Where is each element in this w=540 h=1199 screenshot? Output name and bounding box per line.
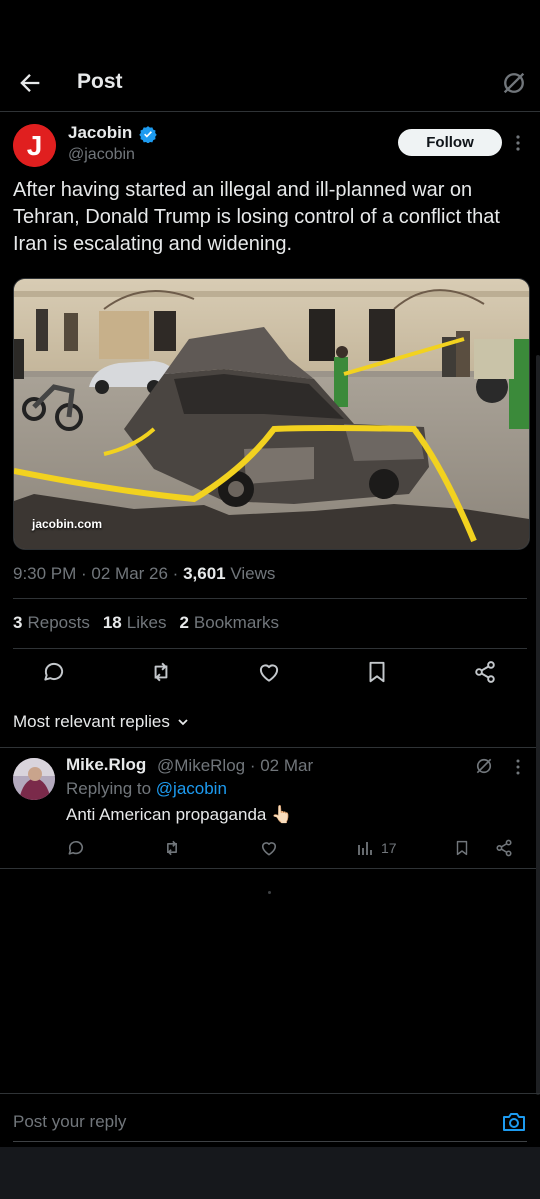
grok-icon[interactable]	[474, 756, 494, 776]
bookmarks-stat[interactable]: 2 Bookmarks	[179, 613, 279, 633]
timestamp-text: 9:30 PM · 02 Mar 26 ·	[13, 564, 184, 583]
engagement-stats: 3 Reposts 18 Likes 2 Bookmarks	[13, 613, 279, 633]
repost-icon[interactable]	[148, 659, 174, 685]
author-avatar[interactable]: J	[13, 124, 56, 167]
replying-prefix: Replying to	[66, 779, 156, 798]
like-icon[interactable]	[256, 659, 282, 685]
reply-repost-icon[interactable]	[162, 838, 182, 858]
reply-avatar[interactable]	[13, 758, 55, 800]
reply-views-count: 17	[381, 840, 397, 856]
reply-icon[interactable]	[41, 659, 67, 685]
replying-to: Replying to @jacobin	[66, 779, 227, 799]
top-bar: Post	[0, 55, 540, 112]
grok-icon[interactable]	[500, 69, 528, 97]
divider	[0, 1093, 540, 1094]
reply-sort-dropdown[interactable]: Most relevant replies	[13, 712, 190, 732]
reply-more-options-icon[interactable]	[510, 758, 526, 776]
bookmark-icon[interactable]	[364, 659, 390, 685]
reply-reply-icon[interactable]	[66, 838, 86, 858]
divider	[0, 747, 540, 748]
author-name[interactable]: Jacobin	[68, 123, 132, 143]
verified-badge-icon	[139, 125, 157, 143]
reply-handle-date[interactable]: @MikeRlog · 02 Mar	[157, 756, 313, 776]
svg-text:J: J	[27, 130, 43, 161]
views-label: Views	[225, 564, 276, 583]
image-watermark: jacobin.com	[32, 517, 103, 531]
reply-bookmark-icon[interactable]	[453, 838, 471, 858]
follow-button[interactable]: Follow	[398, 129, 502, 156]
camera-icon[interactable]	[501, 1110, 527, 1134]
divider	[0, 868, 540, 869]
author-handle[interactable]: @jacobin	[68, 146, 135, 164]
tweet-image[interactable]: jacobin.com	[13, 278, 530, 550]
share-icon[interactable]	[472, 659, 498, 685]
divider	[13, 648, 527, 649]
scrollbar[interactable]	[536, 355, 540, 1095]
system-nav-bar	[0, 1147, 540, 1199]
loading-indicator	[268, 891, 271, 894]
reposts-stat[interactable]: 3 Reposts	[13, 613, 90, 633]
likes-stat[interactable]: 18 Likes	[103, 613, 167, 633]
tweet-timestamp: 9:30 PM · 02 Mar 26 · 3,601 Views	[13, 564, 275, 584]
more-options-icon[interactable]	[510, 133, 526, 153]
page-title: Post	[77, 70, 123, 93]
chevron-down-icon	[178, 719, 188, 726]
replying-to-link[interactable]: @jacobin	[156, 779, 227, 798]
reply-input[interactable]: Post your reply	[13, 1112, 126, 1132]
reply-sort-label: Most relevant replies	[13, 712, 170, 731]
reply-text: Anti American propaganda 👆🏻	[66, 805, 293, 824]
views-chart-icon	[358, 842, 372, 855]
tweet-text: After having started an illegal and ill-…	[13, 179, 500, 255]
reply-views[interactable]: 17	[357, 838, 397, 858]
reply-author-name[interactable]: Mike.Rlog	[66, 755, 146, 775]
back-arrow-icon[interactable]	[16, 69, 44, 97]
reply-like-icon[interactable]	[259, 838, 279, 858]
reply-share-icon[interactable]	[494, 838, 514, 858]
divider	[13, 598, 527, 599]
views-count: 3,601	[183, 564, 226, 583]
reply-input-underline	[13, 1141, 527, 1142]
